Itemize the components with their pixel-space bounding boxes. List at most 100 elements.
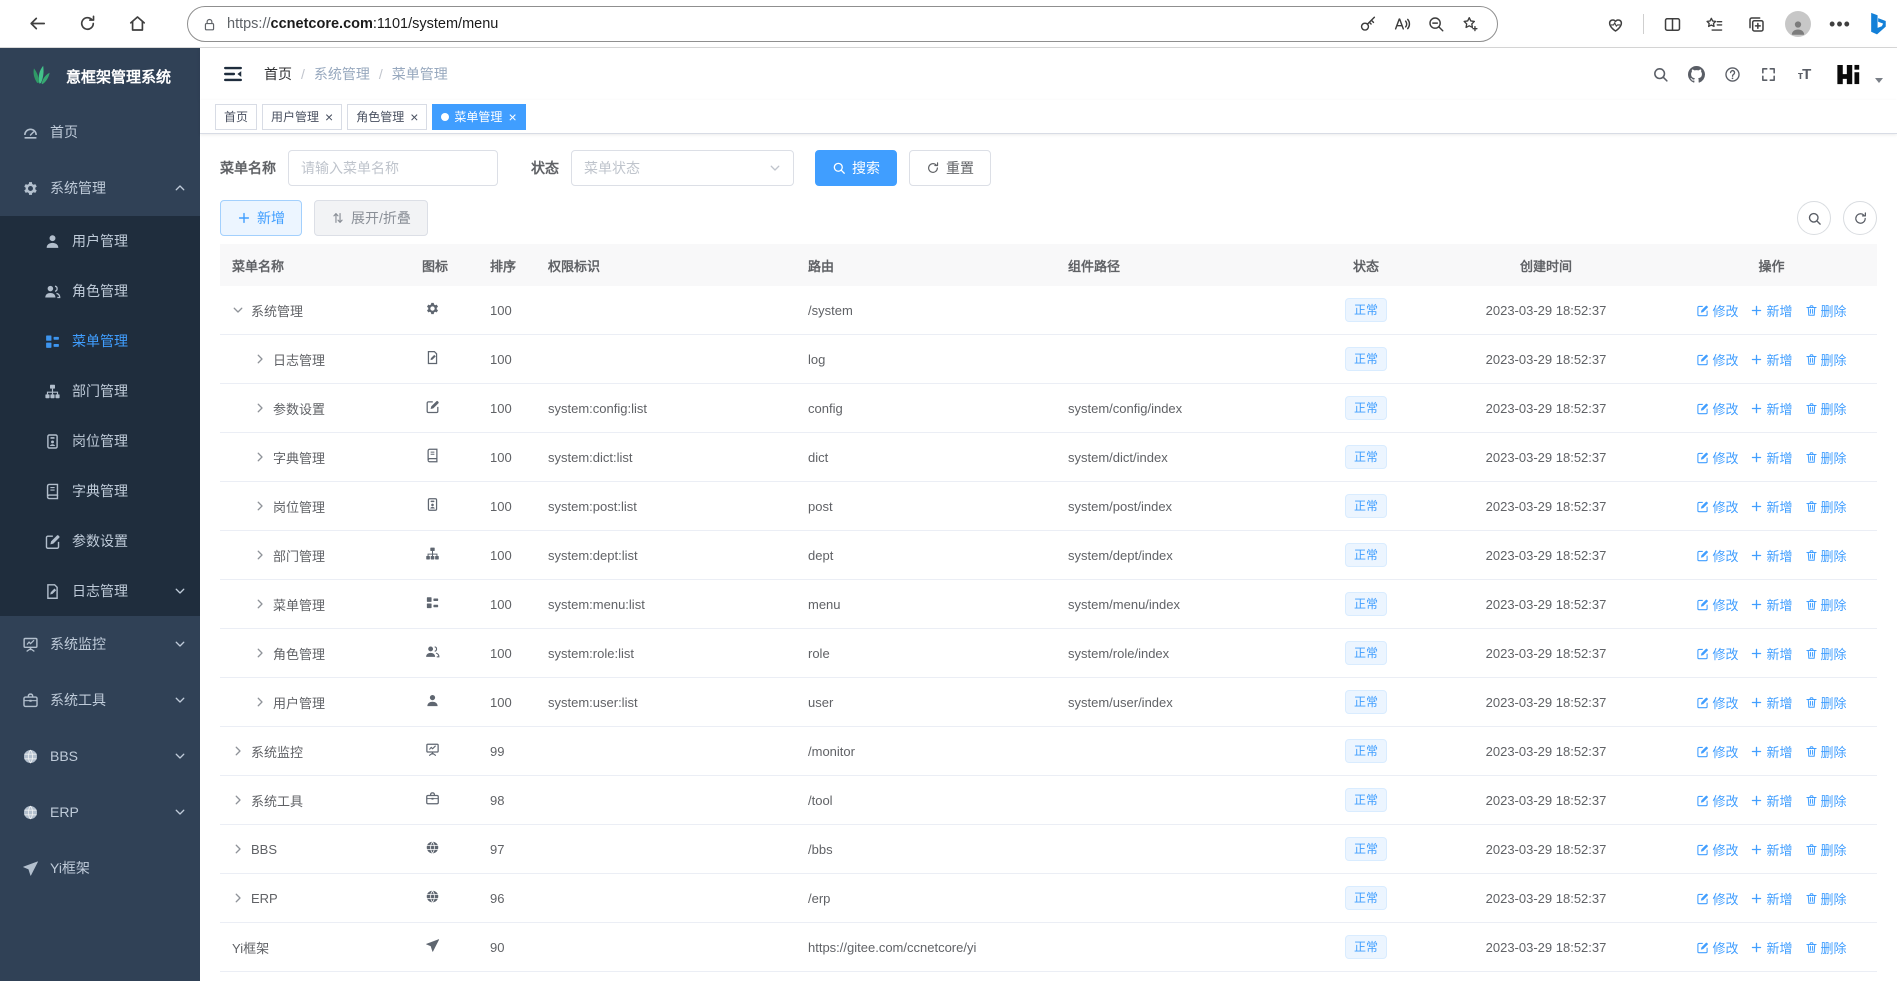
- row-edit-link[interactable]: 修改: [1696, 399, 1738, 418]
- close-icon[interactable]: ×: [508, 110, 516, 124]
- status-select[interactable]: 菜单状态: [571, 150, 794, 186]
- expand-arrow[interactable]: [254, 696, 266, 708]
- row-edit-link[interactable]: 修改: [1696, 497, 1738, 516]
- expand-arrow[interactable]: [254, 353, 266, 365]
- row-add-link[interactable]: 新增: [1750, 301, 1793, 320]
- sidebar-item-字典管理[interactable]: 字典管理: [0, 466, 200, 516]
- row-add-link[interactable]: 新增: [1750, 595, 1793, 614]
- chevron-down-icon[interactable]: [1875, 77, 1883, 83]
- row-add-link[interactable]: 新增: [1750, 448, 1793, 467]
- app-logo[interactable]: 意框架管理系统: [0, 48, 200, 104]
- row-add-link[interactable]: 新增: [1750, 497, 1793, 516]
- home-button[interactable]: [118, 5, 156, 43]
- menu-name-input[interactable]: [288, 150, 498, 186]
- row-delete-link[interactable]: 删除: [1805, 791, 1847, 810]
- row-edit-link[interactable]: 修改: [1696, 350, 1738, 369]
- refresh-table-button[interactable]: [1843, 201, 1877, 235]
- tab-首页[interactable]: 首页: [215, 103, 258, 130]
- row-add-link[interactable]: 新增: [1750, 693, 1793, 712]
- row-edit-link[interactable]: 修改: [1696, 595, 1738, 614]
- row-delete-link[interactable]: 删除: [1805, 889, 1847, 908]
- search-toggle-button[interactable]: [1797, 201, 1831, 235]
- add-button[interactable]: 新增: [220, 200, 302, 236]
- row-delete-link[interactable]: 删除: [1805, 448, 1847, 467]
- row-delete-link[interactable]: 删除: [1805, 399, 1847, 418]
- sidebar-item-用户管理[interactable]: 用户管理: [0, 216, 200, 266]
- row-add-link[interactable]: 新增: [1750, 644, 1793, 663]
- row-edit-link[interactable]: 修改: [1696, 791, 1738, 810]
- row-delete-link[interactable]: 删除: [1805, 595, 1847, 614]
- row-delete-link[interactable]: 删除: [1805, 693, 1847, 712]
- sidebar-item-角色管理[interactable]: 角色管理: [0, 266, 200, 316]
- row-add-link[interactable]: 新增: [1750, 399, 1793, 418]
- question-button[interactable]: [1718, 60, 1746, 88]
- row-add-link[interactable]: 新增: [1750, 938, 1793, 957]
- reload-button[interactable]: [68, 5, 106, 43]
- sidebar-item-部门管理[interactable]: 部门管理: [0, 366, 200, 416]
- row-edit-link[interactable]: 修改: [1696, 889, 1738, 908]
- reset-button[interactable]: 重置: [909, 150, 991, 186]
- expand-arrow[interactable]: [232, 843, 244, 855]
- row-delete-link[interactable]: 删除: [1805, 301, 1847, 320]
- github-button[interactable]: [1682, 60, 1710, 88]
- expand-arrow[interactable]: [232, 745, 244, 757]
- expand-arrow[interactable]: [254, 402, 266, 414]
- row-delete-link[interactable]: 删除: [1805, 497, 1847, 516]
- row-edit-link[interactable]: 修改: [1696, 742, 1738, 761]
- row-edit-link[interactable]: 修改: [1696, 938, 1738, 957]
- essentials-button[interactable]: [1596, 5, 1634, 43]
- sidebar-item-首页[interactable]: 首页: [0, 104, 200, 160]
- read-aloud-button[interactable]: [1385, 9, 1419, 39]
- favorites-bar-button[interactable]: [1695, 5, 1733, 43]
- sidebar-item-菜单管理[interactable]: 菜单管理: [0, 316, 200, 366]
- row-add-link[interactable]: 新增: [1750, 742, 1793, 761]
- sidebar-item-日志管理[interactable]: 日志管理: [0, 566, 200, 616]
- row-add-link[interactable]: 新增: [1750, 840, 1793, 859]
- row-edit-link[interactable]: 修改: [1696, 644, 1738, 663]
- sidebar-item-参数设置[interactable]: 参数设置: [0, 516, 200, 566]
- row-delete-link[interactable]: 删除: [1805, 742, 1847, 761]
- sidebar-item-系统监控[interactable]: 系统监控: [0, 616, 200, 672]
- hamburger-icon[interactable]: [222, 63, 244, 85]
- sidebar-item-系统工具[interactable]: 系统工具: [0, 672, 200, 728]
- expand-arrow[interactable]: [254, 598, 266, 610]
- expand-arrow[interactable]: [254, 451, 266, 463]
- row-edit-link[interactable]: 修改: [1696, 448, 1738, 467]
- zoom-out-button[interactable]: [1419, 9, 1453, 39]
- row-delete-link[interactable]: 删除: [1805, 938, 1847, 957]
- more-button[interactable]: •••: [1821, 5, 1859, 43]
- fullscreen-button[interactable]: [1754, 60, 1782, 88]
- row-delete-link[interactable]: 删除: [1805, 350, 1847, 369]
- sidebar-item-ERP[interactable]: ERP: [0, 784, 200, 840]
- tab-用户管理[interactable]: 用户管理 ×: [262, 103, 343, 130]
- expand-arrow[interactable]: [254, 500, 266, 512]
- font-size-button[interactable]: тT: [1790, 60, 1818, 88]
- row-delete-link[interactable]: 删除: [1805, 644, 1847, 663]
- row-edit-link[interactable]: 修改: [1696, 301, 1738, 320]
- row-edit-link[interactable]: 修改: [1696, 840, 1738, 859]
- back-button[interactable]: [18, 5, 56, 43]
- row-add-link[interactable]: 新增: [1750, 350, 1793, 369]
- search-button[interactable]: [1646, 60, 1674, 88]
- tab-角色管理[interactable]: 角色管理 ×: [347, 103, 428, 130]
- expand-arrow[interactable]: [232, 892, 244, 904]
- sidebar-item-BBS[interactable]: BBS: [0, 728, 200, 784]
- sidebar-item-Yi框架[interactable]: Yi框架: [0, 840, 200, 896]
- expand-arrow[interactable]: [232, 304, 244, 316]
- split-screen-button[interactable]: [1653, 5, 1691, 43]
- expand-arrow[interactable]: [254, 647, 266, 659]
- sidebar-item-系统管理[interactable]: 系统管理: [0, 160, 200, 216]
- breadcrumb-item[interactable]: 首页: [264, 64, 292, 84]
- profile-avatar[interactable]: [1779, 5, 1817, 43]
- row-add-link[interactable]: 新增: [1750, 546, 1793, 565]
- row-edit-link[interactable]: 修改: [1696, 693, 1738, 712]
- sidebar-item-岗位管理[interactable]: 岗位管理: [0, 416, 200, 466]
- row-edit-link[interactable]: 修改: [1696, 546, 1738, 565]
- search-button[interactable]: 搜索: [815, 150, 897, 186]
- expand-collapse-button[interactable]: 展开/折叠: [314, 200, 428, 236]
- expand-arrow[interactable]: [254, 549, 266, 561]
- close-icon[interactable]: ×: [410, 110, 418, 124]
- close-icon[interactable]: ×: [325, 110, 333, 124]
- key-button[interactable]: [1351, 9, 1385, 39]
- favorite-star-button[interactable]: [1453, 9, 1487, 39]
